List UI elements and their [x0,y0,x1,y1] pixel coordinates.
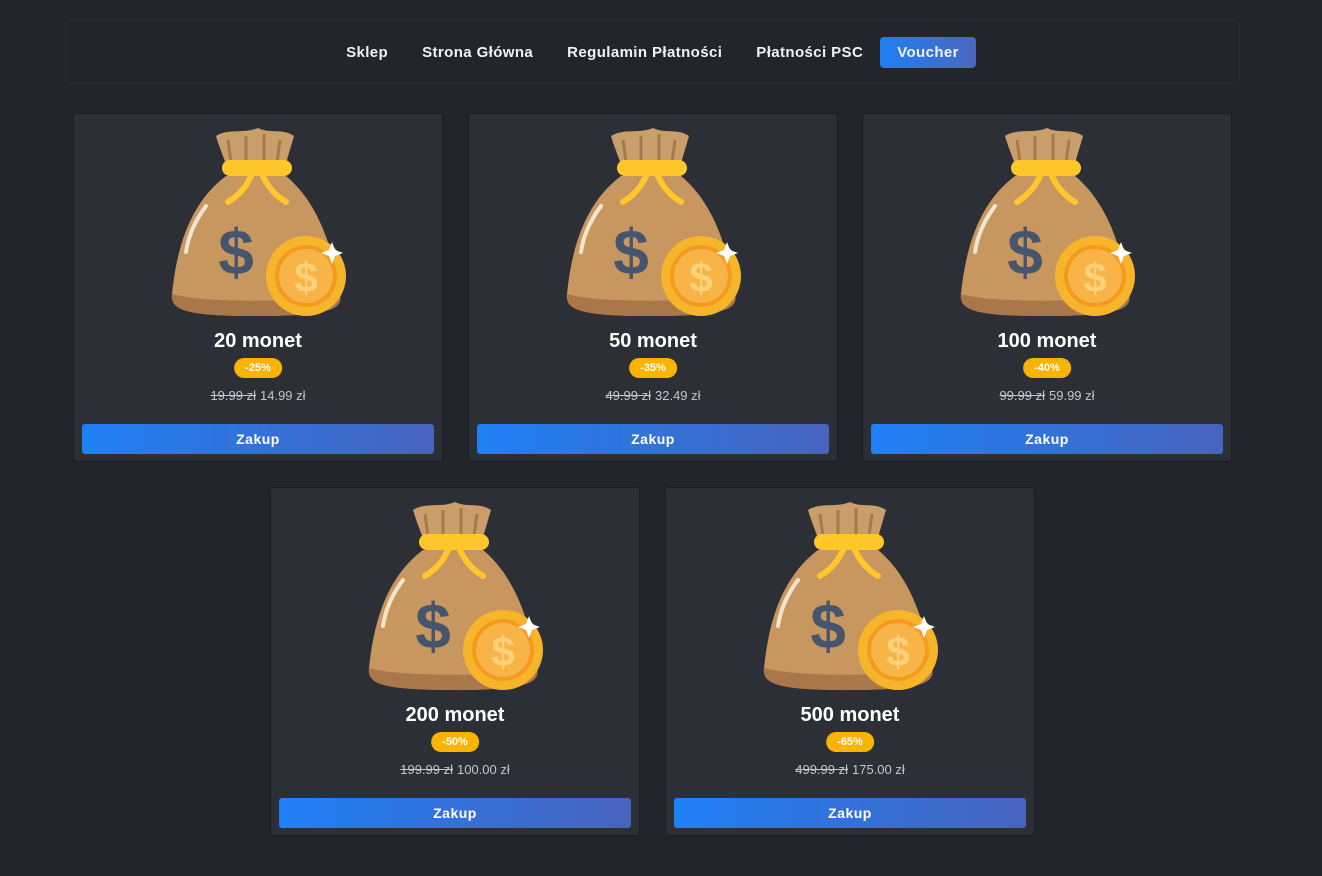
product-card: 500 monet -65% 499.99 zł 175.00 zł Zakup [665,487,1035,836]
nav-item-sklep[interactable]: Sklep [329,37,405,68]
buy-button[interactable]: Zakup [82,424,434,454]
money-bag-icon [363,500,549,692]
nav-item-voucher[interactable]: Voucher [880,36,976,68]
product-card: 200 monet -50% 199.99 zł 100.00 zł Zakup [270,487,640,836]
discount-badge: -25% [234,358,282,378]
current-price: 175.00 zł [852,762,905,777]
product-title: 50 monet [609,330,697,352]
old-price: 49.99 zł [605,388,651,403]
money-bag-icon [955,126,1141,318]
price-line: 19.99 zł 14.99 zł [74,388,442,403]
current-price: 59.99 zł [1049,388,1095,403]
product-title: 200 monet [405,704,505,726]
discount-badge: -35% [629,358,677,378]
product-title: 500 monet [800,704,900,726]
discount-badge: -50% [431,732,479,752]
old-price: 99.99 zł [999,388,1045,403]
price-line: 99.99 zł 59.99 zł [863,388,1231,403]
product-title: 100 monet [997,330,1097,352]
nav-item-regulamin[interactable]: Regulamin Płatności [550,37,739,68]
nav-item-platnosci-psc[interactable]: Płatności PSC [739,37,880,68]
discount-badge: -65% [826,732,874,752]
old-price: 199.99 zł [400,762,453,777]
current-price: 32.49 zł [655,388,701,403]
price-line: 199.99 zł 100.00 zł [271,762,639,777]
discount-badge: -40% [1023,358,1071,378]
buy-button[interactable]: Zakup [674,798,1026,828]
buy-button[interactable]: Zakup [279,798,631,828]
price-line: 499.99 zł 175.00 zł [666,762,1034,777]
money-bag-icon [166,126,352,318]
current-price: 100.00 zł [457,762,510,777]
product-card: 100 monet -40% 99.99 zł 59.99 zł Zakup [862,113,1232,462]
buy-button[interactable]: Zakup [477,424,829,454]
old-price: 19.99 zł [210,388,256,403]
top-navbar: Sklep Strona Główna Regulamin Płatności … [65,20,1240,84]
money-bag-icon [561,126,747,318]
old-price: 499.99 zł [795,762,848,777]
money-bag-icon [758,500,944,692]
current-price: 14.99 zł [260,388,306,403]
nav-item-strona-glowna[interactable]: Strona Główna [405,37,550,68]
product-title: 20 monet [214,330,302,352]
product-card: 20 monet -25% 19.99 zł 14.99 zł Zakup [73,113,443,462]
buy-button[interactable]: Zakup [871,424,1223,454]
price-line: 49.99 zł 32.49 zł [469,388,837,403]
product-card: 50 monet -35% 49.99 zł 32.49 zł Zakup [468,113,838,462]
